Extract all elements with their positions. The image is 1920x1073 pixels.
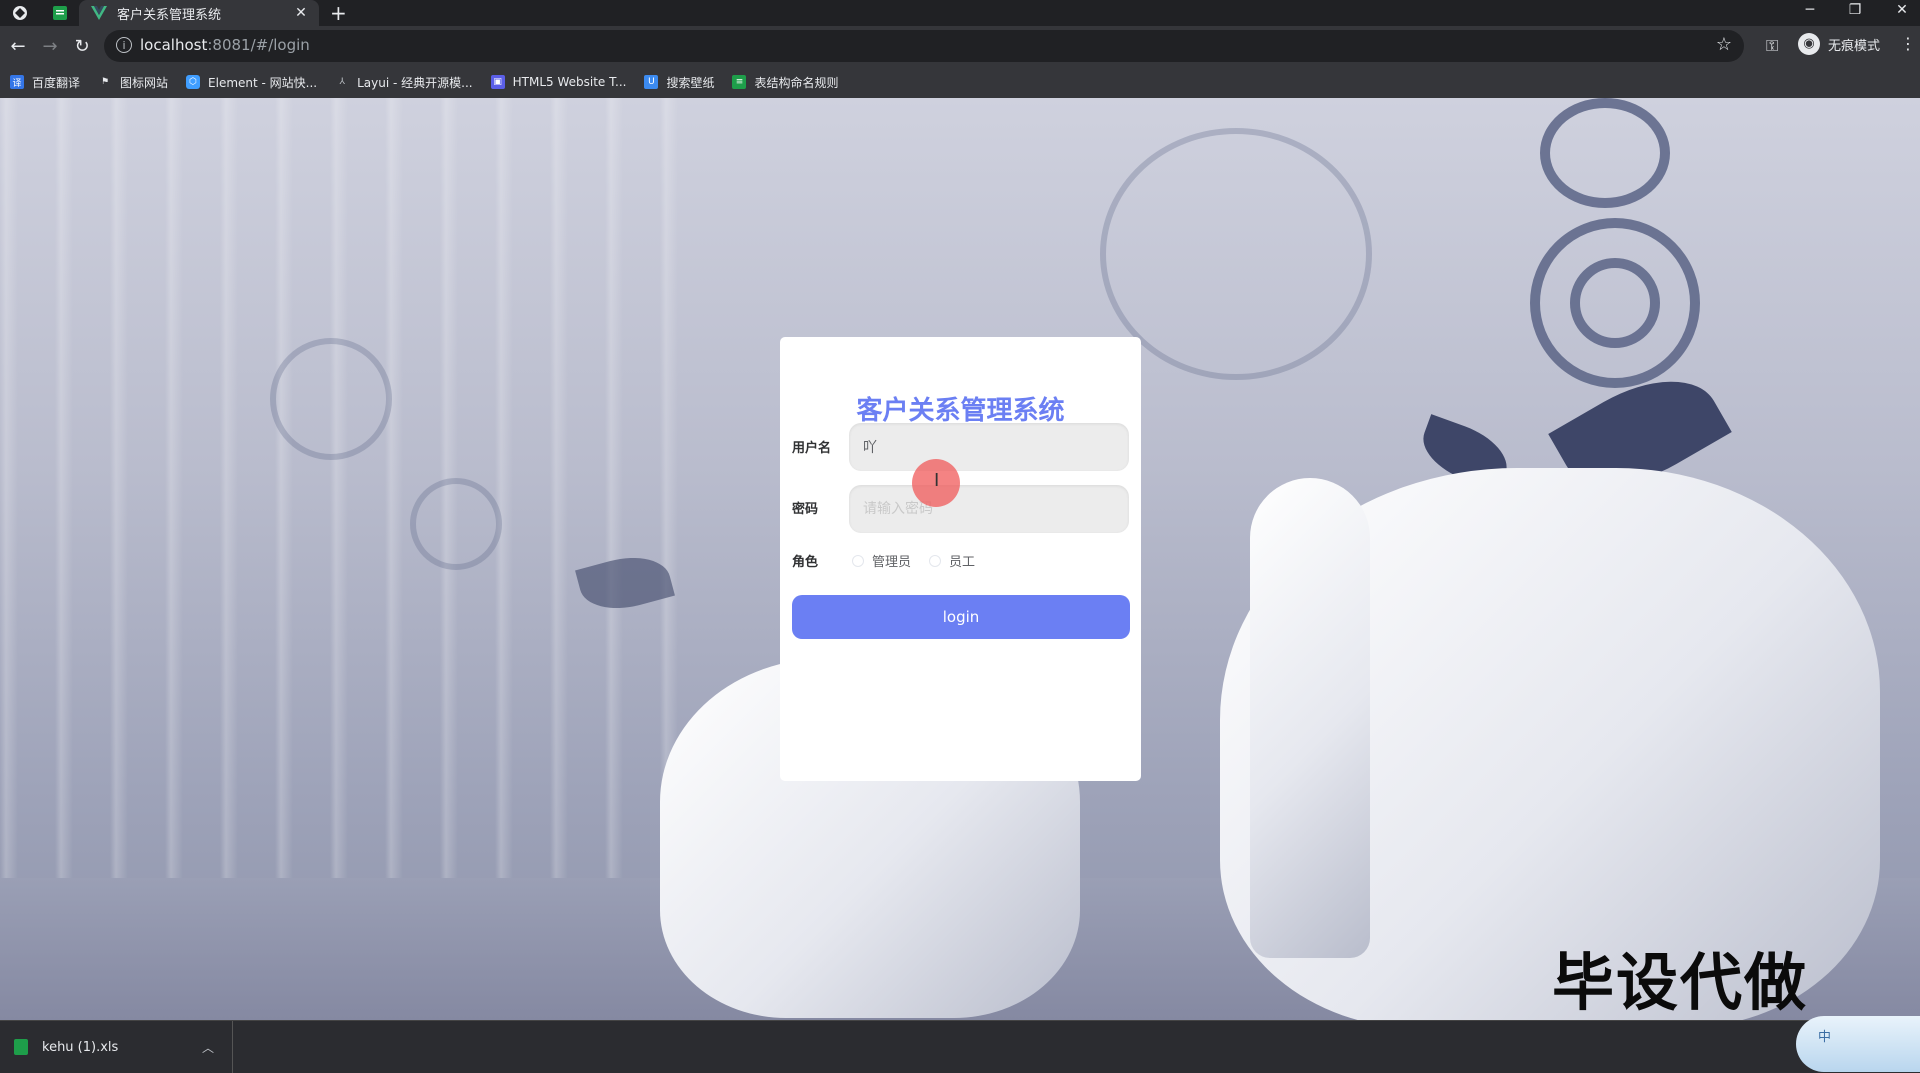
password-label: 密码 xyxy=(792,502,819,517)
element-icon: ⬡ xyxy=(186,75,201,89)
reload-icon[interactable]: ↻ xyxy=(70,34,94,58)
login-card: 客户关系管理系统 用户名 密码 角色 管理员 员工 login xyxy=(780,337,1141,781)
role-radio-group: 管理员 员工 xyxy=(852,551,993,570)
bookmarks-bar: 译 百度翻译 ⚑ 图标网站 ⬡ Element - 网站快... ⅄ Layui… xyxy=(0,66,1920,98)
download-file-name: kehu (1).xls xyxy=(42,1039,119,1055)
incognito-indicator[interactable]: ◉ 无痕模式 xyxy=(1798,33,1880,55)
tab-close-icon[interactable]: ✕ xyxy=(291,5,311,21)
password-input[interactable] xyxy=(849,485,1129,533)
login-title: 客户关系管理系统 xyxy=(856,396,1065,426)
username-label: 用户名 xyxy=(792,441,832,456)
incognito-icon: ◉ xyxy=(1798,33,1820,55)
close-window-icon[interactable]: ✕ xyxy=(1890,2,1914,18)
text-cursor-icon: I xyxy=(934,470,940,491)
login-page-background: 客户关系管理系统 用户名 密码 角色 管理员 员工 login 毕设代做 xyxy=(0,98,1920,1020)
bookmark-element[interactable]: ⬡ Element - 网站快... xyxy=(186,74,317,91)
excel-file-icon xyxy=(14,1039,28,1055)
tab-strip: 客户关系管理系统 ✕ + ─ ❐ ✕ xyxy=(0,0,1920,26)
swirl-decoration xyxy=(410,478,502,570)
swirl-decoration xyxy=(270,338,392,460)
staff-radio-label[interactable]: 员工 xyxy=(949,551,975,570)
wallpaper-icon: U xyxy=(644,75,659,89)
html5-icon: ▣ xyxy=(490,75,505,89)
bookmark-layui[interactable]: ⅄ Layui - 经典开源模... xyxy=(335,74,472,91)
more-menu-icon[interactable]: ⋮ xyxy=(1900,34,1916,53)
pinned-tab-sheet-icon[interactable] xyxy=(50,3,70,23)
large-swan-neck xyxy=(1250,478,1370,958)
new-tab-button[interactable]: + xyxy=(330,1,347,25)
navigation-bar: ← → ↻ i localhost:8081/#/login ☆ ⚿ ◉ 无痕模… xyxy=(0,26,1920,66)
browser-menu-icon[interactable] xyxy=(10,3,30,23)
bookmark-star-icon[interactable]: ☆ xyxy=(1716,34,1732,55)
restore-icon[interactable]: ❐ xyxy=(1843,2,1867,18)
password-key-icon[interactable]: ⚿ xyxy=(1766,36,1778,56)
staff-radio[interactable] xyxy=(929,554,942,567)
downloads-bar: kehu (1).xls ︿ xyxy=(0,1020,1920,1073)
role-label: 角色 xyxy=(792,555,819,570)
login-button[interactable]: login xyxy=(792,595,1130,639)
ime-widget[interactable]: 中 xyxy=(1796,1016,1920,1072)
layui-icon: ⅄ xyxy=(339,77,345,87)
admin-radio[interactable] xyxy=(852,554,864,567)
bookmark-wallpaper[interactable]: U 搜索壁纸 xyxy=(644,74,714,91)
bookmark-icon-site[interactable]: ⚑ 图标网站 xyxy=(98,74,168,91)
incognito-label: 无痕模式 xyxy=(1828,38,1881,54)
vue-logo-icon xyxy=(91,6,107,20)
swirl-decoration xyxy=(1540,98,1670,208)
address-bar[interactable]: i localhost:8081/#/login ☆ xyxy=(104,30,1744,62)
active-tab[interactable]: 客户关系管理系统 ✕ xyxy=(79,0,319,26)
flag-icon: ⚑ xyxy=(100,77,110,87)
username-input[interactable] xyxy=(849,423,1129,471)
download-item[interactable]: kehu (1).xls ︿ xyxy=(14,1021,233,1073)
chevron-up-icon[interactable]: ︿ xyxy=(202,1039,214,1056)
bookmark-baidu-translate[interactable]: 译 百度翻译 xyxy=(10,74,80,91)
admin-radio-label[interactable]: 管理员 xyxy=(872,551,911,570)
tab-title: 客户关系管理系统 xyxy=(117,7,222,23)
url-text[interactable]: localhost:8081/#/login xyxy=(140,36,310,54)
minimize-icon[interactable]: ─ xyxy=(1798,2,1822,18)
site-info-icon[interactable]: i xyxy=(116,37,132,53)
back-arrow-icon[interactable]: ← xyxy=(6,34,30,58)
bookmark-html5[interactable]: ▣ HTML5 Website T... xyxy=(490,75,626,89)
bookmark-table-naming[interactable]: ≡ 表结构命名规则 xyxy=(732,74,838,91)
ime-label: 中 xyxy=(1818,1030,1832,1045)
doc-icon: ≡ xyxy=(732,75,747,89)
forward-arrow-icon[interactable]: → xyxy=(38,34,62,58)
translate-icon: 译 xyxy=(10,75,24,89)
watermark-text: 毕设代做 xyxy=(1552,946,1809,1019)
swirl-decoration xyxy=(1570,258,1660,348)
